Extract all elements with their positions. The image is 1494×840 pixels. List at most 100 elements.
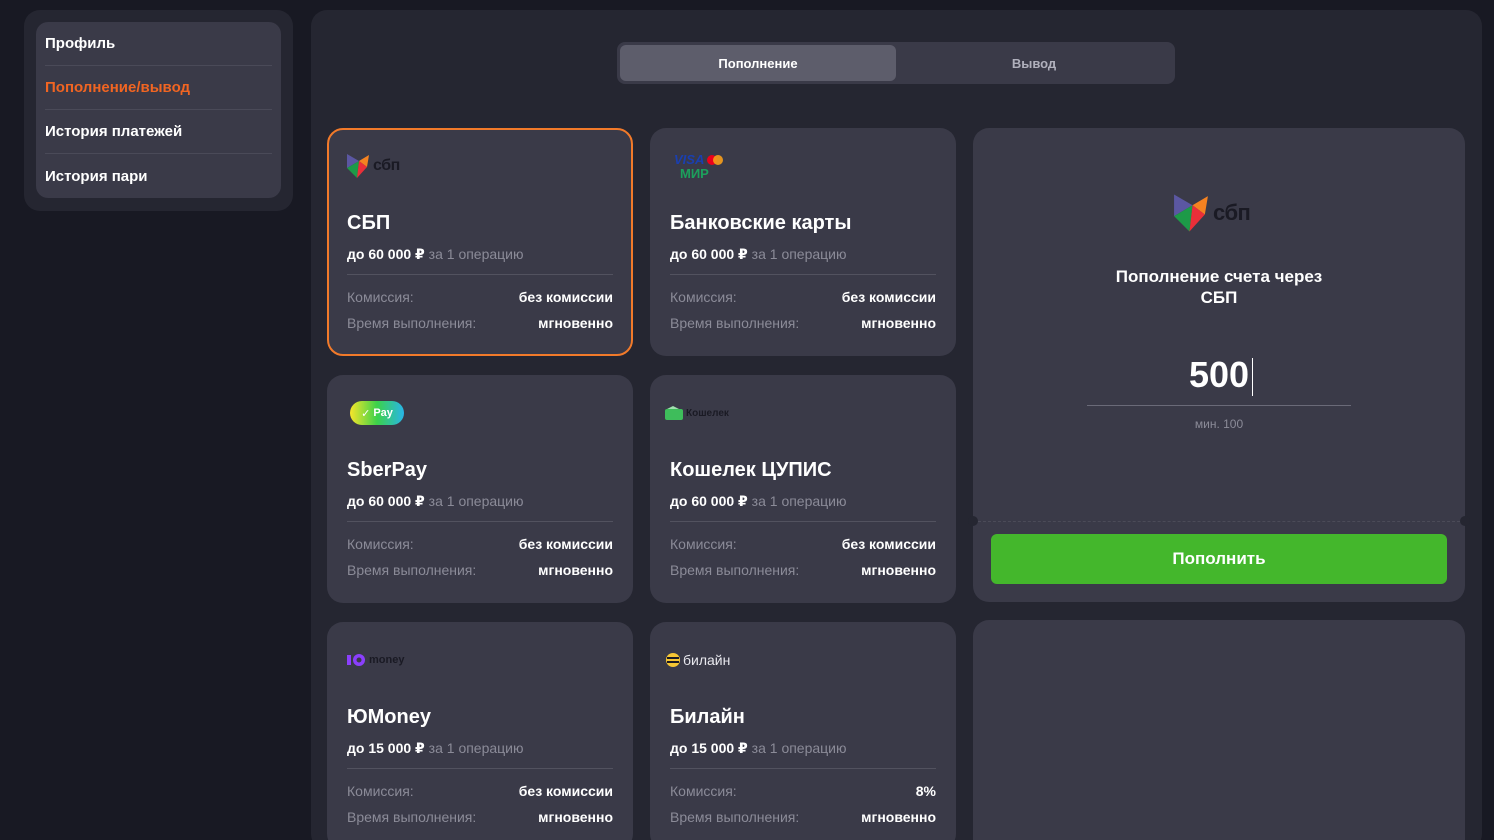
method-limit: до 60 000 ₽ за 1 операцию xyxy=(347,246,524,263)
commission-row: Комиссия: без комиссии xyxy=(347,783,613,799)
sbp-logo-text: сбп xyxy=(373,157,400,174)
commission-row: Комиссия: без комиссии xyxy=(670,289,936,305)
method-card-sbp[interactable]: сбп СБП до 60 000 ₽ за 1 операцию Комисс… xyxy=(327,128,633,356)
sbp-logo: сбп xyxy=(1171,190,1251,236)
commission-value: без комиссии xyxy=(518,783,613,799)
limit-value: до 60 000 ₽ xyxy=(347,493,425,509)
limit-value: до 60 000 ₽ xyxy=(670,246,748,262)
sidebar-item-bet-history[interactable]: История пари xyxy=(45,154,272,198)
mastercard-icon xyxy=(707,154,724,165)
divider xyxy=(670,768,936,769)
sbp-icon xyxy=(1174,194,1208,232)
time-value: мгновенно xyxy=(538,562,613,578)
time-label: Время выполнения: xyxy=(347,562,477,578)
limit-suffix: за 1 операцию xyxy=(428,493,524,509)
limit-suffix: за 1 операцию xyxy=(428,246,524,262)
sbp-logo: сбп xyxy=(345,148,400,184)
divider xyxy=(347,768,613,769)
method-card-yoomoney[interactable]: money ЮMoney до 15 000 ₽ за 1 операцию К… xyxy=(327,622,633,840)
time-label: Время выполнения: xyxy=(670,562,800,578)
beeline-logo: билайн xyxy=(666,642,730,678)
method-limit: до 60 000 ₽ за 1 операцию xyxy=(670,493,847,510)
commission-row: Комиссия: без комиссии xyxy=(670,536,936,552)
divider xyxy=(670,521,936,522)
method-limit: до 15 000 ₽ за 1 операцию xyxy=(670,740,847,757)
wallet-logo: Кошелек xyxy=(665,395,729,431)
beeline-logo-text: билайн xyxy=(683,652,731,668)
time-row: Время выполнения: мгновенно xyxy=(347,562,613,578)
sberpay-logo: ✓ Pay xyxy=(350,395,404,431)
sbp-icon xyxy=(347,154,369,178)
time-row: Время выполнения: мгновенно xyxy=(347,809,613,825)
commission-label: Комиссия: xyxy=(670,783,737,799)
limit-suffix: за 1 операцию xyxy=(428,740,524,756)
yoomoney-icon xyxy=(347,654,365,666)
text-caret xyxy=(1252,358,1253,396)
limit-suffix: за 1 операцию xyxy=(751,246,847,262)
method-limit: до 60 000 ₽ за 1 операцию xyxy=(670,246,847,263)
yoomoney-logo: money xyxy=(347,642,404,678)
limit-value: до 60 000 ₽ xyxy=(670,493,748,509)
commission-value: без комиссии xyxy=(518,536,613,552)
amount-field xyxy=(1087,348,1351,406)
method-name: ЮMoney xyxy=(347,706,431,728)
commission-value: без комиссии xyxy=(841,289,936,305)
mir-text: МИР xyxy=(680,166,709,181)
sidebar-menu: Профиль Пополнение/вывод История платеже… xyxy=(36,22,281,198)
commission-row: Комиссия: без комиссии xyxy=(347,289,613,305)
commission-label: Комиссия: xyxy=(347,289,414,305)
beeline-icon xyxy=(666,653,680,667)
sbp-logo-text: сбп xyxy=(1213,200,1251,225)
time-label: Время выполнения: xyxy=(670,315,800,331)
divider xyxy=(670,274,936,275)
time-row: Время выполнения: мгновенно xyxy=(347,315,613,331)
commission-value: без комиссии xyxy=(518,289,613,305)
commission-label: Комиссия: xyxy=(670,536,737,552)
limit-value: до 60 000 ₽ xyxy=(347,246,425,262)
method-name: SberPay xyxy=(347,459,428,481)
time-label: Время выполнения: xyxy=(670,809,800,825)
method-card-bank-cards[interactable]: VISA МИР Банковские карты до 60 000 ₽ за… xyxy=(650,128,956,356)
method-card-beeline[interactable]: билайн Билайн до 15 000 ₽ за 1 операцию … xyxy=(650,622,956,840)
time-value: мгновенно xyxy=(538,809,613,825)
sberpay-logo-text: Pay xyxy=(373,407,393,419)
time-value: мгновенно xyxy=(538,315,613,331)
limit-suffix: за 1 операцию xyxy=(751,493,847,509)
commission-label: Комиссия: xyxy=(347,536,414,552)
method-card-wallet-cupis[interactable]: Кошелек Кошелек ЦУПИС до 60 000 ₽ за 1 о… xyxy=(650,375,956,603)
time-row: Время выполнения: мгновенно xyxy=(670,809,936,825)
tab-deposit[interactable]: Пополнение xyxy=(620,45,896,81)
sidebar-item-profile[interactable]: Профиль xyxy=(45,22,272,66)
wallet-icon xyxy=(665,406,683,420)
wallet-logo-text: Кошелек xyxy=(686,407,729,419)
dashed-separator xyxy=(973,521,1465,522)
time-value: мгновенно xyxy=(861,562,936,578)
method-name: Билайн xyxy=(670,706,745,728)
visa-mir-logo: VISA МИР xyxy=(674,148,724,184)
time-row: Время выполнения: мгновенно xyxy=(670,315,936,331)
commission-value: 8% xyxy=(915,783,936,799)
notch-right xyxy=(1460,516,1470,526)
deposit-form: сбп Пополнение счета через СБП мин. 100 … xyxy=(968,128,1470,602)
sberpay-pill: ✓ Pay xyxy=(350,401,404,425)
divider xyxy=(347,274,613,275)
limit-suffix: за 1 операцию xyxy=(751,740,847,756)
method-limit: до 15 000 ₽ за 1 операцию xyxy=(347,740,524,757)
method-card-sberpay[interactable]: ✓ Pay SberPay до 60 000 ₽ за 1 операцию К… xyxy=(327,375,633,603)
amount-input[interactable] xyxy=(1087,348,1351,402)
limit-value: до 15 000 ₽ xyxy=(670,740,748,756)
method-name: СБП xyxy=(347,212,391,234)
tab-withdraw[interactable]: Вывод xyxy=(896,45,1172,81)
time-row: Время выполнения: мгновенно xyxy=(670,562,936,578)
notch-left xyxy=(968,516,978,526)
time-value: мгновенно xyxy=(861,809,936,825)
sidebar-item-payment-history[interactable]: История платежей xyxy=(45,110,272,154)
commission-value: без комиссии xyxy=(841,536,936,552)
deposit-button[interactable]: Пополнить xyxy=(991,534,1447,584)
sidebar-item-deposit-withdraw[interactable]: Пополнение/вывод xyxy=(45,66,272,110)
check-icon: ✓ xyxy=(361,407,371,420)
commission-row: Комиссия: без комиссии xyxy=(347,536,613,552)
time-label: Время выполнения: xyxy=(347,809,477,825)
sidebar: Профиль Пополнение/вывод История платеже… xyxy=(24,10,293,211)
method-name: Банковские карты xyxy=(670,212,852,234)
